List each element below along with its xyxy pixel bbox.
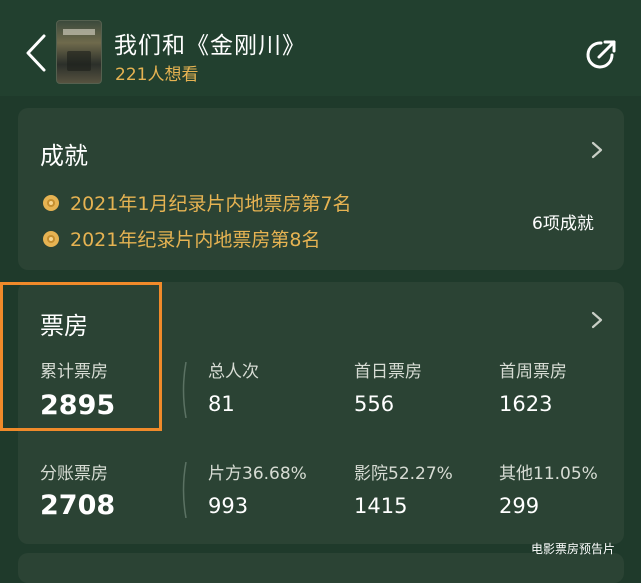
next-section-card [18,553,624,583]
achievement-item: 2021年纪录片内地票房第8名 [70,229,321,251]
chevron-right-icon[interactable] [590,140,604,160]
want-to-see-count: 221人想看 [115,65,199,85]
back-chevron-icon[interactable] [18,30,58,76]
stat-value: 556 [354,392,395,416]
medal-icon [42,194,60,212]
divider [180,461,188,519]
stat-value: 993 [208,494,249,518]
stat-label: 其他11.05% [499,464,598,484]
stat-value: 1415 [354,494,408,518]
chevron-right-icon[interactable] [590,310,604,330]
medal-icon [42,230,60,248]
stat-value: 1623 [499,392,553,416]
stat-label: 首日票房 [354,362,422,382]
split-box-office-value: 2708 [40,490,116,521]
stat-value: 299 [499,494,540,518]
achievement-count[interactable]: 6项成就 [532,209,594,234]
highlight-box [0,282,162,431]
movie-poster[interactable] [56,20,102,84]
stat-label: 总人次 [208,362,259,382]
page-header: 我们和《金刚川》 221人想看 [0,0,641,96]
movie-title: 我们和《金刚川》 [114,33,306,59]
stat-label: 片方36.68% [208,464,307,484]
divider [180,361,188,419]
stat-value: 81 [208,392,235,416]
stat-label: 首周票房 [499,362,567,382]
watermark: 电影票房预告片 [531,542,616,556]
achievements-card[interactable]: 成就 2021年1月纪录片内地票房第7名 2021年纪录片内地票房第8名 6项成… [18,108,624,270]
share-icon[interactable] [582,34,622,74]
stat-label: 影院52.27% [354,464,453,484]
split-box-office-label: 分账票房 [40,464,108,484]
achievements-title: 成就 [40,142,88,170]
achievement-item: 2021年1月纪录片内地票房第7名 [70,193,352,215]
